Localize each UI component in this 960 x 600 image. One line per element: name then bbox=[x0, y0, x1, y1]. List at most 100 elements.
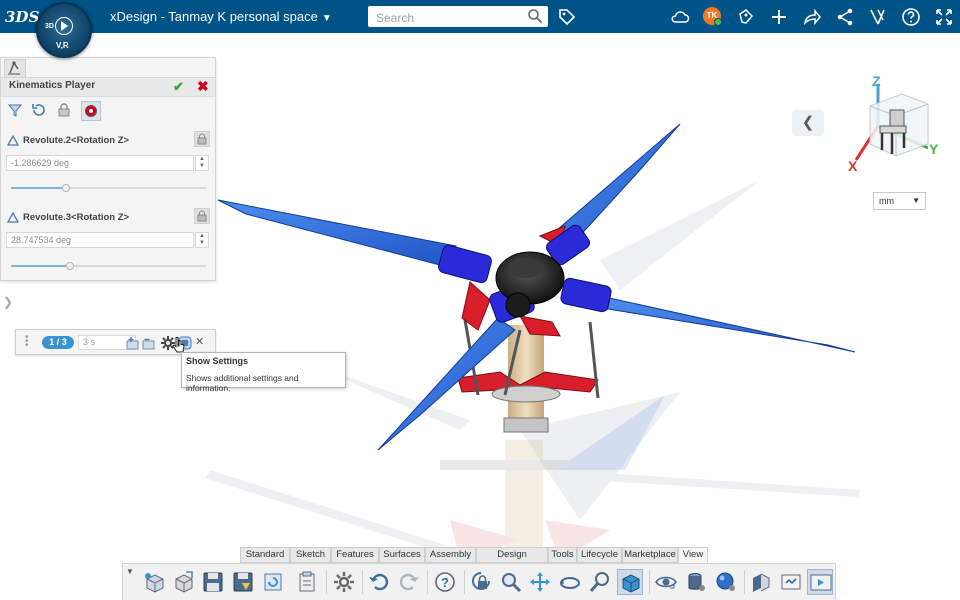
separator bbox=[464, 570, 465, 594]
kinematics-player-panel: Kinematics Player ✔ ✖ Revolute.2<Rotatio… bbox=[0, 57, 216, 281]
lock-view-icon[interactable] bbox=[468, 569, 494, 595]
new-part-icon[interactable] bbox=[141, 569, 167, 595]
axis-x-label: X bbox=[848, 158, 858, 174]
clipboard-icon[interactable] bbox=[294, 569, 320, 595]
3d-compass[interactable]: 3D V,R bbox=[36, 2, 92, 58]
tag-icon[interactable] bbox=[556, 6, 578, 28]
collapse-panel-button[interactable]: ❮ bbox=[792, 110, 824, 136]
search-icon[interactable] bbox=[527, 8, 543, 24]
revolute-joint-icon bbox=[7, 134, 19, 146]
tooltip-description: Shows additional settings and informatio… bbox=[186, 373, 299, 393]
cylinder-icon[interactable] bbox=[683, 569, 709, 595]
joint-slider-thumb[interactable] bbox=[61, 184, 70, 192]
notes-icon[interactable] bbox=[735, 6, 757, 28]
tab-tools[interactable]: Tools bbox=[548, 547, 577, 563]
joint-slider-fill bbox=[11, 265, 70, 267]
tab-features[interactable]: Features bbox=[331, 547, 379, 563]
add-icon[interactable] bbox=[768, 6, 790, 28]
compass-quadrant-3d: 3D bbox=[45, 23, 54, 30]
top-bar: 3DS xDesign - Tanmay K personal space ▼ T… bbox=[0, 0, 960, 33]
redo-icon[interactable] bbox=[396, 569, 422, 595]
rotate-icon[interactable] bbox=[557, 569, 583, 595]
save-icon[interactable] bbox=[200, 569, 226, 595]
chevron-left-icon: ❮ bbox=[801, 114, 815, 131]
separator bbox=[427, 570, 428, 594]
joint-value-spinner[interactable]: ▲ ▼ bbox=[195, 232, 209, 248]
open-part-icon[interactable] bbox=[171, 569, 197, 595]
step-counter[interactable]: 1 / 3 bbox=[42, 336, 74, 349]
joint-lock-button[interactable] bbox=[194, 208, 210, 224]
play-icon[interactable] bbox=[55, 17, 73, 35]
share-forward-icon[interactable] bbox=[801, 6, 823, 28]
help-circle-icon[interactable]: ? bbox=[432, 569, 458, 595]
drag-handle-icon[interactable]: • • • bbox=[25, 333, 29, 351]
3ds-logo[interactable]: 3DS bbox=[5, 4, 39, 30]
blade-right bbox=[599, 295, 856, 353]
undo-icon[interactable] bbox=[366, 569, 392, 595]
search-input[interactable] bbox=[374, 9, 523, 26]
chevron-down-icon[interactable]: ▼ bbox=[126, 567, 134, 576]
filter-icon[interactable] bbox=[6, 101, 26, 121]
joint-value-field[interactable]: -1.286629 deg bbox=[6, 155, 194, 171]
tab-view[interactable]: View bbox=[678, 547, 708, 563]
share-network-icon[interactable] bbox=[834, 6, 856, 28]
lock-icon[interactable] bbox=[55, 101, 75, 121]
joint-lock-button[interactable] bbox=[194, 131, 210, 147]
blade-left bbox=[217, 199, 457, 266]
kinematics-player-icon[interactable] bbox=[807, 569, 833, 595]
tab-sketch[interactable]: Sketch bbox=[290, 547, 331, 563]
tooltip-title: Show Settings bbox=[186, 356, 249, 366]
tab-marketplace[interactable]: Marketplace bbox=[622, 547, 678, 563]
unit-select-value: mm bbox=[879, 196, 894, 206]
tab-surfaces[interactable]: Surfaces bbox=[379, 547, 425, 563]
joint-slider-track[interactable] bbox=[11, 265, 206, 267]
revision-icon[interactable] bbox=[260, 569, 286, 595]
axis-z-label: Z bbox=[872, 73, 881, 89]
save-as-icon[interactable] bbox=[230, 569, 256, 595]
help-icon[interactable] bbox=[900, 6, 922, 28]
axis-y-label: Y bbox=[929, 141, 939, 157]
chevron-down-icon: ▼ bbox=[912, 196, 920, 205]
visibility-eye-icon[interactable] bbox=[653, 569, 679, 595]
joint-value-field[interactable]: 28.747534 deg bbox=[6, 232, 194, 248]
joint-value-spinner[interactable]: ▲ ▼ bbox=[195, 155, 209, 171]
add-step-icon[interactable] bbox=[125, 335, 141, 351]
zoom-icon[interactable] bbox=[498, 569, 524, 595]
pan-icon[interactable] bbox=[527, 569, 553, 595]
tab-lifecycle[interactable]: Lifecycle bbox=[577, 547, 622, 563]
close-icon[interactable]: ✕ bbox=[195, 335, 204, 348]
joint-slider-thumb[interactable] bbox=[65, 262, 74, 270]
measure-icon[interactable] bbox=[778, 569, 804, 595]
kinematics-tab-icon[interactable] bbox=[4, 59, 26, 78]
joint-label: Revolute.2<Rotation Z> bbox=[23, 135, 130, 146]
record-icon[interactable] bbox=[81, 101, 101, 121]
search-box[interactable] bbox=[368, 6, 548, 27]
cancel-x-icon[interactable]: ✖ bbox=[197, 78, 209, 95]
zoom-area-icon[interactable] bbox=[587, 569, 613, 595]
joint-slider-fill bbox=[11, 187, 66, 189]
cloud-icon[interactable] bbox=[669, 6, 691, 28]
svg-text:?: ? bbox=[441, 575, 449, 590]
separator bbox=[362, 570, 363, 594]
separator bbox=[326, 570, 327, 594]
display-style-icon[interactable] bbox=[617, 569, 643, 595]
reset-rotation-icon[interactable] bbox=[30, 101, 50, 121]
app-title[interactable]: xDesign - Tanmay K personal space ▼ bbox=[110, 9, 332, 24]
avatar[interactable]: TK bbox=[703, 7, 722, 26]
appearance-icon[interactable] bbox=[713, 569, 739, 595]
tab-standard[interactable]: Standard bbox=[240, 547, 290, 563]
fullscreen-icon[interactable] bbox=[933, 6, 955, 28]
expand-panel-chevron-icon[interactable]: ❯ bbox=[3, 295, 13, 309]
section-view-icon[interactable] bbox=[748, 569, 774, 595]
unit-select[interactable]: mm ▼ bbox=[873, 192, 926, 210]
compass-apps-icon[interactable] bbox=[867, 6, 889, 28]
tab-assembly[interactable]: Assembly bbox=[425, 547, 476, 563]
joint-slider-track[interactable] bbox=[11, 187, 206, 189]
chevron-down-icon[interactable]: ▼ bbox=[322, 13, 332, 24]
ok-check-icon[interactable]: ✔ bbox=[173, 79, 184, 95]
navigation-cube[interactable]: Z Y X bbox=[840, 70, 950, 180]
options-gear-icon[interactable] bbox=[331, 569, 357, 595]
show-settings-tooltip: Show Settings Shows additional settings … bbox=[181, 352, 346, 393]
tab-design-guidance[interactable]: Design Guidance bbox=[476, 547, 548, 574]
remove-step-icon[interactable] bbox=[141, 335, 157, 351]
